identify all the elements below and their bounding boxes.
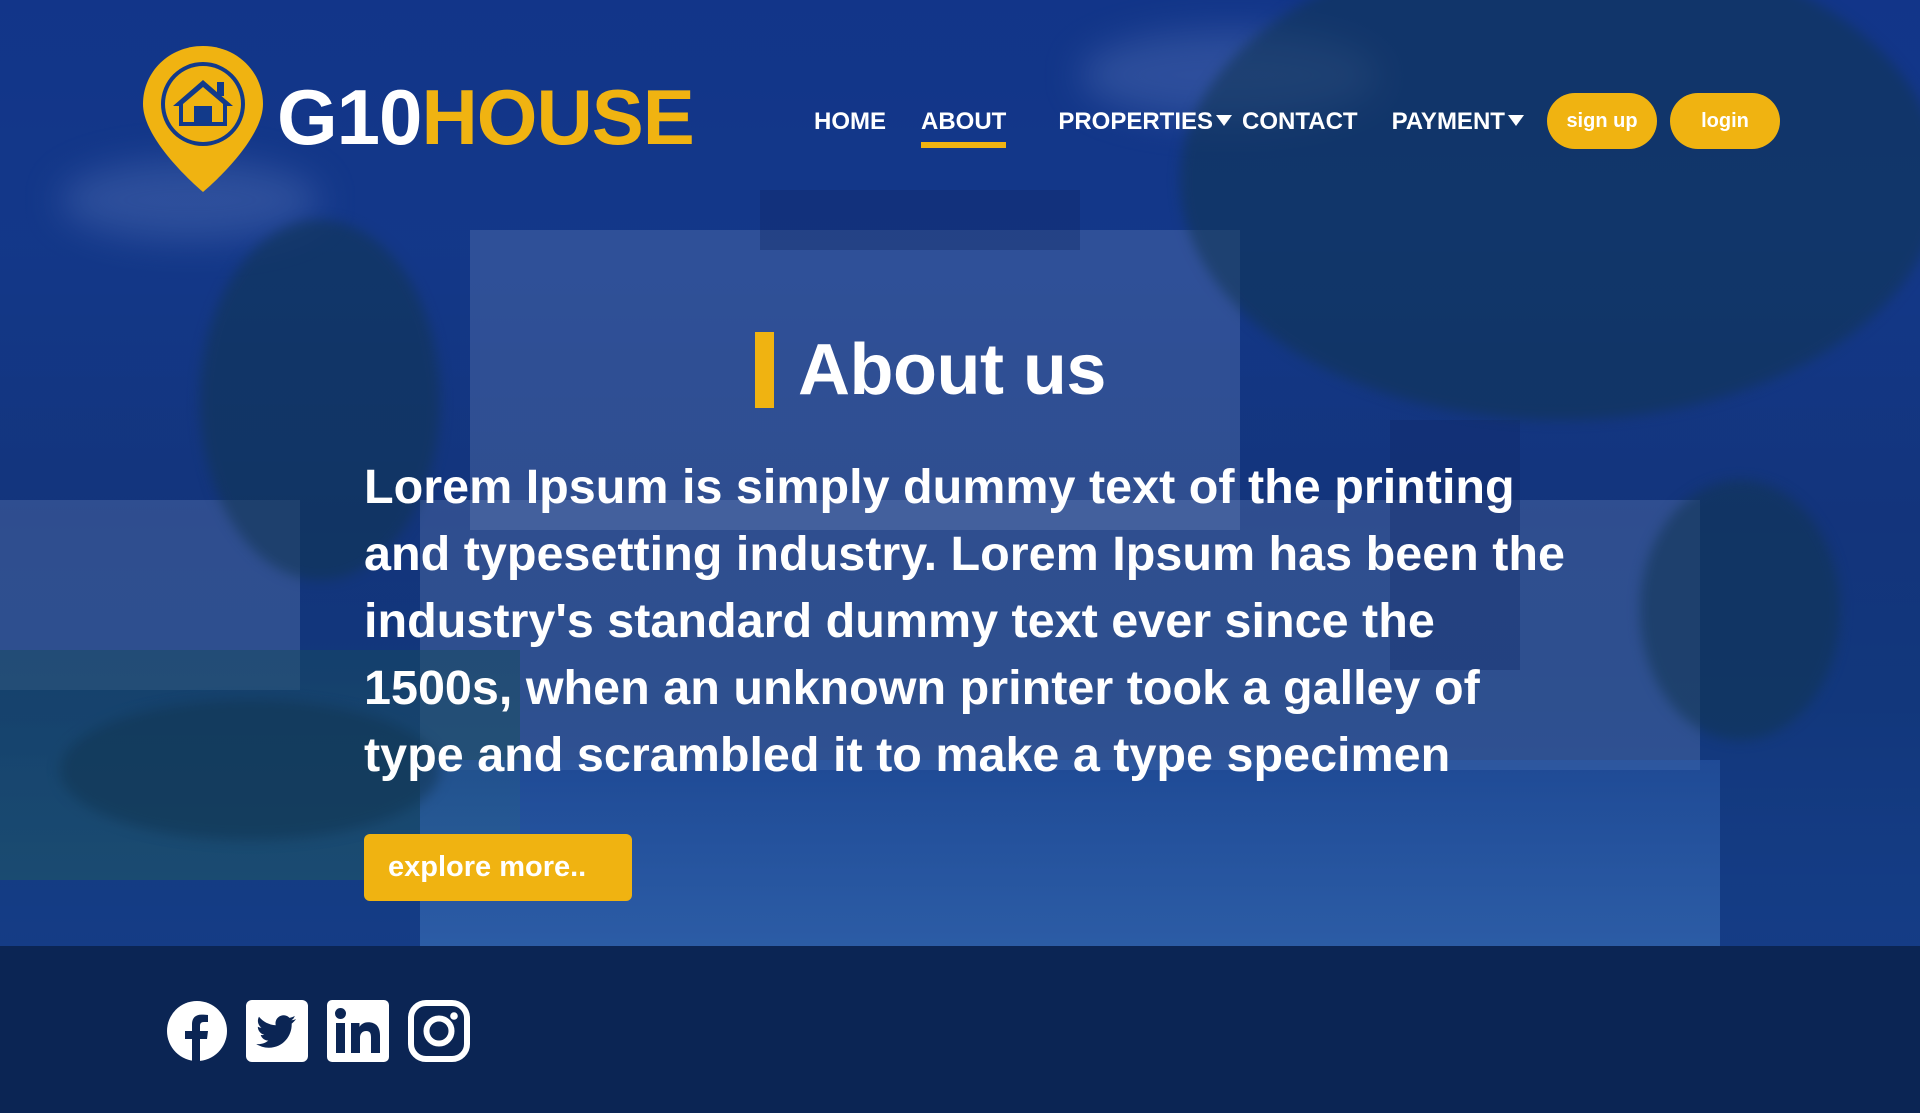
- linkedin-icon[interactable]: [327, 1000, 389, 1062]
- nav-payment-label: PAYMENT: [1391, 108, 1505, 135]
- facebook-icon[interactable]: [166, 1000, 228, 1062]
- brand-name: G10HOUSE: [277, 72, 695, 163]
- about-heading: About us: [755, 329, 1106, 411]
- brand-logo[interactable]: G10HOUSE: [141, 44, 695, 194]
- login-button[interactable]: login: [1670, 93, 1780, 149]
- nav-about[interactable]: ABOUT: [921, 108, 1007, 148]
- chevron-down-icon: [1216, 115, 1233, 126]
- page-title: About us: [798, 330, 1106, 410]
- about-body-text: Lorem Ipsum is simply dummy text of the …: [364, 460, 1566, 782]
- map-pin-house-icon: [143, 46, 263, 192]
- twitter-icon[interactable]: [246, 1000, 308, 1062]
- signup-button[interactable]: sign up: [1547, 93, 1657, 149]
- nav-home[interactable]: HOME: [814, 108, 886, 136]
- instagram-icon[interactable]: [408, 1000, 470, 1062]
- explore-more-button[interactable]: explore more..: [364, 834, 632, 901]
- nav-properties[interactable]: PROPERTIES: [1058, 108, 1233, 136]
- main-nav: HOME ABOUT PROPERTIES CONTACT PAYMENT: [814, 108, 1524, 148]
- nav-payment[interactable]: PAYMENT: [1392, 108, 1524, 136]
- brand-name-part2: HOUSE: [421, 72, 694, 161]
- brand-name-part1: G10: [277, 72, 422, 161]
- nav-properties-label: PROPERTIES: [1058, 108, 1214, 135]
- heading-accent-bar: [755, 332, 774, 408]
- chevron-down-icon: [1507, 115, 1524, 126]
- nav-contact[interactable]: CONTACT: [1242, 108, 1358, 136]
